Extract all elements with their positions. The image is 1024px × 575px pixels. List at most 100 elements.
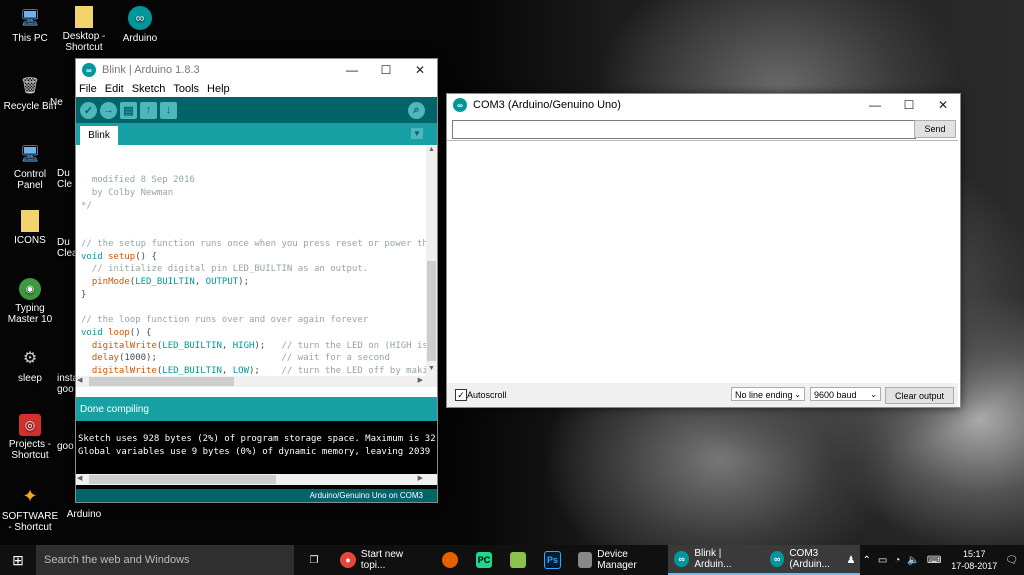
tab-menu-button[interactable]: ▼	[411, 128, 423, 139]
baud-rate-select[interactable]: 9600 baud ⌄	[810, 387, 881, 401]
maximize-button[interactable]: ☐	[369, 59, 403, 81]
desktop-icon-control-panel[interactable]: 🖥 Control Panel	[0, 142, 60, 191]
firefox-icon	[442, 552, 458, 568]
desktop-icon-du-clea[interactable]: Du Clea	[57, 237, 78, 259]
folder-shortcut-icon	[75, 6, 93, 28]
tab-blink[interactable]: Blink	[80, 126, 118, 145]
pc-icon: 🖥	[19, 9, 41, 27]
taskbar-item-firefox[interactable]	[436, 545, 470, 575]
close-button[interactable]: ✕	[926, 94, 960, 116]
ide-tab-bar: Blink ▼	[76, 123, 437, 145]
code-line: // initialize digital pin LED_BUILTIN as…	[81, 264, 369, 275]
minimize-button[interactable]: —	[335, 59, 369, 81]
desktop-icon-sleep[interactable]: ⚙ sleep	[0, 346, 60, 384]
console-horizontal-scrollbar[interactable]: ◀ ▶	[76, 474, 437, 485]
ide-toolbar: ✓ → ▤ ↑ ↓ ⌕	[76, 97, 437, 123]
taskbar-item-arduino-ide[interactable]: ∞ Blink | Arduin...	[668, 545, 764, 575]
keyboard-icon[interactable]: ⌨	[927, 555, 941, 566]
chevron-down-icon: ⌄	[794, 390, 801, 399]
taskbar-item-label: Start new topi...	[360, 549, 404, 571]
menu-tools[interactable]: Tools	[173, 83, 199, 95]
taskbar-clock[interactable]: 15:17 17-08-2017	[951, 548, 997, 572]
pycharm-icon: PC	[476, 552, 492, 568]
verify-button[interactable]: ✓	[80, 101, 97, 119]
taskbar-item-photoshop[interactable]: Ps	[538, 545, 572, 575]
taskbar-item-device-manager[interactable]: Device Manager	[572, 545, 668, 575]
serial-input[interactable]	[452, 120, 916, 139]
save-button[interactable]: ↓	[160, 101, 177, 119]
open-button[interactable]: ↑	[140, 101, 157, 119]
task-view-icon: ❐	[309, 554, 319, 566]
desktop-icon-insta[interactable]: insta goo	[57, 373, 78, 395]
scroll-thumb[interactable]	[89, 475, 276, 484]
desktop-icon-arduino[interactable]: ∞ Arduino	[110, 6, 170, 44]
baud-rate-value: 9600 baud	[814, 390, 857, 400]
menu-help[interactable]: Help	[207, 83, 230, 95]
scroll-left-icon[interactable]: ◀	[77, 474, 82, 482]
people-icon[interactable]: ♟	[847, 555, 856, 566]
scroll-right-icon[interactable]: ▶	[418, 474, 423, 482]
menu-edit[interactable]: Edit	[105, 83, 124, 95]
desktop-icon-goo[interactable]: goo	[57, 441, 77, 452]
network-icon[interactable]: ◔	[894, 555, 900, 566]
desktop-icon-typing-master[interactable]: ◉ Typing Master 10	[0, 278, 60, 325]
arduino-icon: ∞	[770, 551, 785, 567]
minimize-button[interactable]: —	[858, 94, 892, 116]
ide-titlebar[interactable]: ∞ Blink | Arduino 1.8.3 — ☐ ✕	[76, 59, 437, 81]
clock-time: 15:17	[963, 549, 986, 559]
clock-date: 17-08-2017	[951, 561, 998, 571]
desktop-icon-arduino-2[interactable]: Arduino	[54, 509, 114, 520]
taskbar-item-notepad[interactable]	[504, 545, 538, 575]
new-sketch-button[interactable]: ▤	[120, 101, 137, 119]
close-button[interactable]: ✕	[403, 59, 437, 81]
clear-output-button[interactable]: Clear output	[885, 387, 954, 404]
desktop-icon-this-pc[interactable]: 🖥 This PC	[0, 6, 60, 44]
notifications-icon[interactable]: 🗨	[1005, 555, 1018, 566]
editor-horizontal-scrollbar[interactable]: ◀ ▶	[76, 376, 437, 387]
start-button[interactable]: ⊞	[0, 545, 36, 575]
serial-footer: ✓ Autoscroll No line ending ⌄ 9600 baud …	[447, 383, 958, 407]
console-line: Global variables use 9 bytes (0%) of dyn…	[78, 447, 437, 457]
scroll-left-icon[interactable]: ◀	[77, 376, 82, 384]
folder-icon	[21, 210, 39, 232]
task-view-button[interactable]: ❐	[294, 545, 334, 575]
arduino-icon: ∞	[674, 551, 690, 567]
desktop-icon-desktop-shortcut[interactable]: Desktop - Shortcut	[54, 6, 114, 53]
code-line: void setup() {	[81, 251, 157, 262]
autoscroll-checkbox[interactable]: ✓	[455, 389, 467, 401]
code-line: // the setup function runs once when you…	[81, 238, 426, 249]
scroll-thumb[interactable]	[427, 261, 436, 361]
upload-button[interactable]: →	[100, 101, 117, 119]
code-line: modified 8 Sep 2016	[81, 175, 195, 186]
maximize-button[interactable]: ☐	[892, 94, 926, 116]
taskbar-search[interactable]: Search the web and Windows	[36, 545, 294, 575]
battery-icon[interactable]: ▭	[878, 555, 887, 566]
serial-titlebar[interactable]: ∞ COM3 (Arduino/Genuino Uno) — ☐ ✕	[447, 94, 960, 116]
system-tray: ♟ ⌃ ▭ ◔ 🔈 ⌨ 15:17 17-08-2017 🗨	[840, 545, 1024, 575]
code-editor[interactable]: modified 8 Sep 2016 by Colby Newman */ //…	[76, 146, 426, 376]
send-button[interactable]: Send	[914, 120, 956, 138]
chevron-up-icon[interactable]: ⌃	[862, 555, 870, 566]
code-line: pinMode(LED_BUILTIN, OUTPUT);	[91, 277, 250, 288]
line-ending-select[interactable]: No line ending ⌄	[731, 387, 805, 401]
arduino-icon: ∞	[128, 6, 152, 30]
desktop-icon-software[interactable]: ✦ SOFTWARE - Shortcut	[0, 484, 60, 534]
editor-vertical-scrollbar[interactable]: ▲ ▼	[426, 146, 437, 376]
serial-monitor-button[interactable]: ⌕	[408, 101, 425, 119]
desktop-icon-du-cle[interactable]: Du Cle	[57, 168, 77, 190]
menu-file[interactable]: File	[79, 83, 97, 95]
scroll-thumb[interactable]	[89, 377, 234, 386]
typing-master-icon: ◉	[19, 278, 41, 300]
serial-window-title: COM3 (Arduino/Genuino Uno)	[473, 99, 621, 111]
ide-window-title: Blink | Arduino 1.8.3	[102, 64, 200, 76]
desktop-icon-icons[interactable]: ICONS	[0, 210, 60, 246]
volume-icon[interactable]: 🔈	[907, 555, 919, 566]
scroll-right-icon[interactable]: ▶	[418, 376, 423, 384]
taskbar-item-chrome[interactable]: ● Start new topi...	[334, 545, 436, 575]
scroll-down-icon[interactable]: ▼	[426, 365, 437, 376]
scroll-up-icon[interactable]: ▲	[426, 146, 437, 157]
desktop-icon-projects[interactable]: ◎ Projects - Shortcut	[0, 414, 60, 461]
menu-sketch[interactable]: Sketch	[132, 83, 166, 95]
taskbar-item-pycharm[interactable]: PC	[470, 545, 504, 575]
